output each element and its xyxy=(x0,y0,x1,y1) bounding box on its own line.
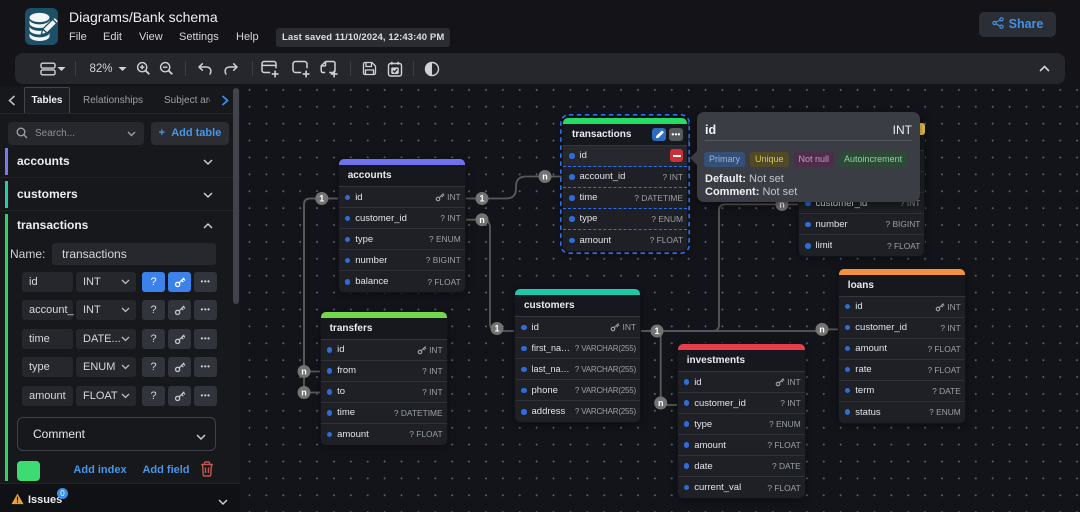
svg-text:n: n xyxy=(301,388,307,398)
svg-text:1: 1 xyxy=(479,194,484,204)
svg-text:1: 1 xyxy=(319,194,324,204)
svg-text:1: 1 xyxy=(494,324,499,334)
svg-text:n: n xyxy=(542,172,548,182)
svg-text:n: n xyxy=(479,215,485,225)
svg-text:1: 1 xyxy=(654,326,659,336)
svg-text:n: n xyxy=(301,367,307,377)
svg-text:n: n xyxy=(819,325,825,335)
svg-text:n: n xyxy=(658,398,664,408)
